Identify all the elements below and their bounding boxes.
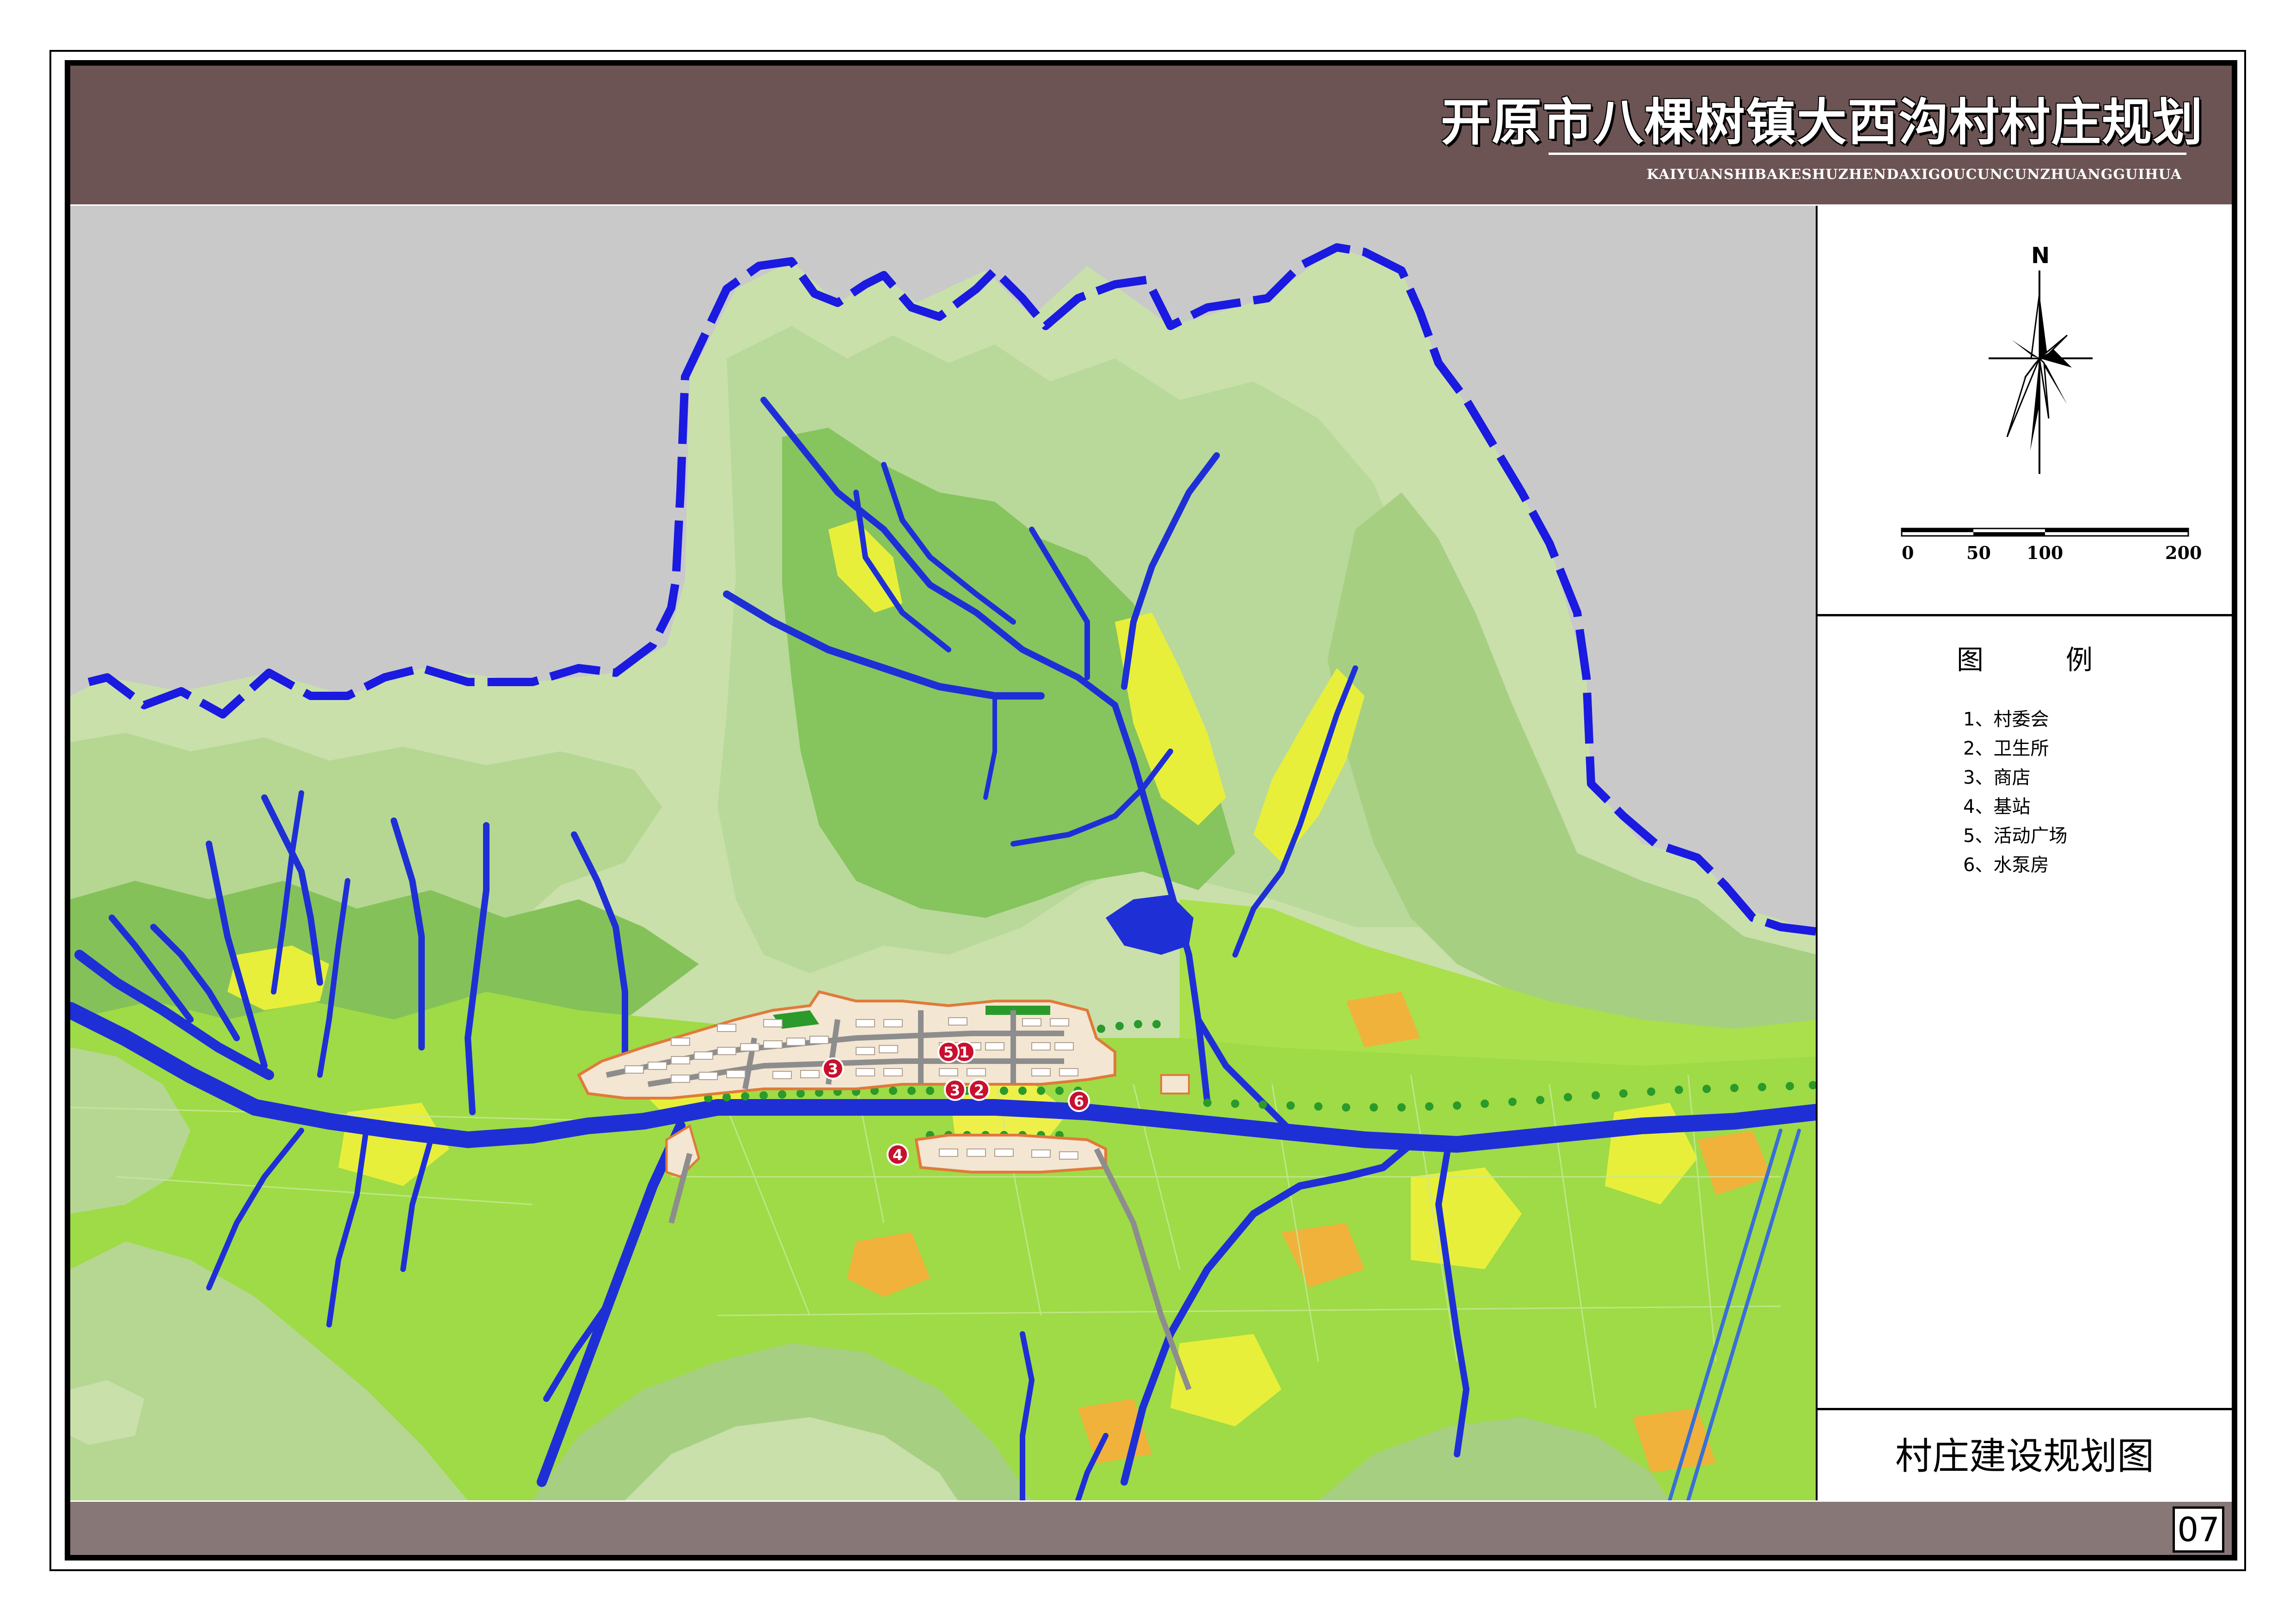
legend-list: 1、村委会 2、卫生所 3、商店 4、基站 5、活动广场 6、水泵房	[1963, 705, 2067, 880]
legend-item: 5、活动广场	[1963, 825, 2068, 847]
plan-title-pinyin: KAIYUANSHIBAKESHUZHENDAXIGOUCUNCUNZHUANG…	[1647, 166, 2182, 183]
scale-tick-100: 100	[2027, 542, 2063, 563]
panel-divider-bottom	[1818, 1408, 2232, 1410]
svg-text:4: 4	[893, 1146, 903, 1164]
svg-text:3: 3	[950, 1081, 960, 1099]
scale-tick-200: 200	[2165, 542, 2202, 563]
map-canvas: 1 2 3 3 4 5 6	[70, 243, 1816, 1500]
legend-item: 4、基站	[1963, 796, 2031, 817]
legend-item: 1、村委会	[1963, 709, 2049, 730]
plan-title: 开原市八棵树镇大西沟村村庄规划	[1440, 94, 2204, 152]
legend-item: 6、水泵房	[1963, 854, 2049, 876]
svg-text:1: 1	[959, 1044, 969, 1061]
marker-2[interactable]: 2	[968, 1079, 990, 1101]
drawing-title: 村庄建设规划图	[1895, 1435, 2154, 1478]
marker-3a[interactable]: 3	[822, 1057, 844, 1080]
legend-title: 图 例	[1956, 644, 2120, 676]
marker-3b[interactable]: 3	[944, 1079, 966, 1101]
legend-item: 2、卫生所	[1963, 738, 2049, 759]
scale-bar	[1901, 528, 2189, 537]
footer-band	[70, 1502, 2232, 1555]
panel-divider-top	[1818, 614, 2232, 616]
scale-tick-50: 50	[1966, 542, 1991, 563]
svg-text:5: 5	[943, 1044, 954, 1061]
marker-5[interactable]: 5	[937, 1041, 960, 1063]
svg-text:2: 2	[974, 1081, 984, 1099]
svg-text:6: 6	[1074, 1093, 1084, 1110]
side-panel: N 0 50 100 200 图 例 1、村委会 2、卫生所 3、商店 4、基站…	[1818, 206, 2232, 1500]
marker-4[interactable]: 4	[887, 1143, 909, 1166]
north-label: N	[2031, 243, 2050, 269]
legend-item: 3、商店	[1963, 767, 2031, 788]
title-underline	[1549, 153, 2186, 155]
marker-6[interactable]: 6	[1068, 1090, 1090, 1112]
svg-text:3: 3	[828, 1060, 838, 1078]
compass-rose-icon	[1989, 270, 2093, 474]
planning-map[interactable]: 1 2 3 3 4 5 6	[70, 206, 1818, 1500]
scale-tick-0: 0	[1902, 542, 1914, 563]
page-number: 07	[2173, 1506, 2224, 1553]
